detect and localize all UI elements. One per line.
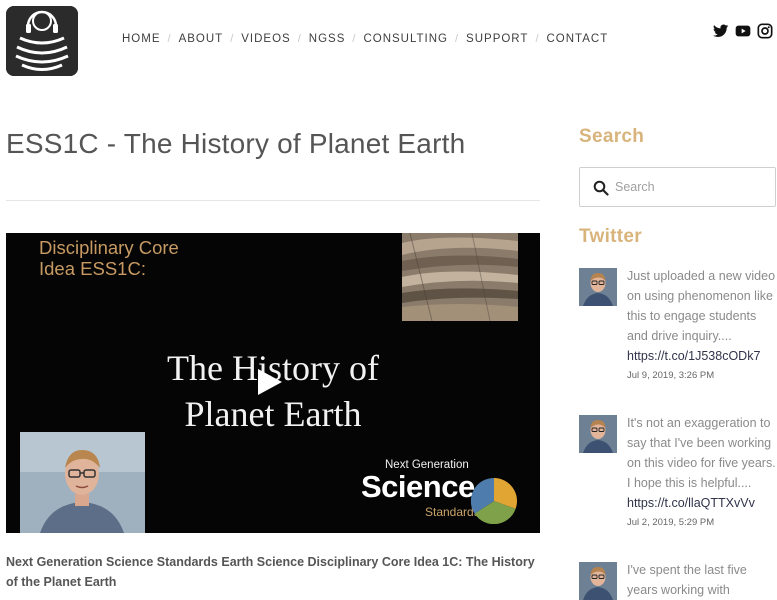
video-kicker: Disciplinary Core Idea ESS1C:: [39, 237, 179, 279]
tweet-link[interactable]: https://t.co/llaQTTXvVv: [627, 493, 777, 513]
ngss-logo: Next Generation Science Standards: [361, 459, 521, 529]
nav-separator: /: [167, 33, 172, 45]
tweet-text: It's not an exaggeration to say that I'v…: [627, 416, 776, 490]
search-box: [579, 167, 776, 207]
video-description: Next Generation Science Standards Earth …: [6, 555, 535, 589]
tweet-text: I've spent the last five years working w…: [627, 563, 747, 597]
twitter-icon[interactable]: [713, 23, 729, 39]
instagram-icon[interactable]: [757, 23, 773, 39]
play-icon[interactable]: [258, 369, 282, 395]
tweet-body: Just uploaded a new video on using pheno…: [627, 266, 777, 381]
tweet-body: It's not an exaggeration to say that I'v…: [627, 413, 777, 528]
nav-consulting[interactable]: CONSULTING: [363, 33, 448, 45]
nav-separator: /: [230, 33, 235, 45]
avatar[interactable]: [579, 562, 617, 600]
video-kicker-line-1: Disciplinary Core: [39, 237, 179, 258]
nav-separator: /: [535, 33, 540, 45]
nav-separator: /: [454, 33, 460, 45]
site-logo[interactable]: [6, 6, 78, 76]
avatar[interactable]: [579, 415, 617, 453]
tweet-date[interactable]: Jul 2, 2019, 5:29 PM: [627, 517, 777, 528]
page-title: ESS1C - The History of Planet Earth: [6, 128, 466, 159]
youtube-icon[interactable]: [735, 23, 751, 39]
nav-separator: /: [352, 33, 357, 45]
tweet-body: I've spent the last five years working w…: [627, 560, 777, 600]
nav-contact[interactable]: CONTACT: [547, 33, 609, 45]
nav-ngss[interactable]: NGSS: [309, 33, 346, 45]
video-kicker-line-2: Idea ESS1C:: [39, 258, 146, 279]
twitter-widget-title: Twitter: [579, 226, 642, 247]
ngss-pie-icon: [471, 478, 517, 524]
rock-strata-image: [402, 233, 518, 321]
nav-videos[interactable]: VIDEOS: [241, 33, 290, 45]
nav-separator: /: [297, 33, 302, 45]
avatar[interactable]: [579, 268, 617, 306]
tweet-date[interactable]: Jul 9, 2019, 3:26 PM: [627, 370, 777, 381]
video-heading-line-2: Planet Earth: [184, 394, 362, 434]
main-nav: HOME / ABOUT / VIDEOS / NGSS / CONSULTIN…: [122, 33, 608, 45]
video-player[interactable]: Disciplinary Core Idea ESS1C: The Histor…: [6, 233, 540, 533]
tweet-text: Just uploaded a new video on using pheno…: [627, 269, 776, 343]
social-links: [713, 23, 773, 39]
nav-home[interactable]: HOME: [122, 33, 161, 45]
ngss-logo-title: Science: [361, 469, 475, 504]
nav-about[interactable]: ABOUT: [179, 33, 224, 45]
nav-support[interactable]: SUPPORT: [466, 33, 528, 45]
search-input[interactable]: [615, 177, 765, 197]
title-divider: [6, 200, 540, 201]
tweet-link[interactable]: https://t.co/1J538cODk7: [627, 346, 777, 366]
headphones-logo-icon: [6, 6, 78, 76]
presenter-thumbnail: [20, 432, 145, 533]
search-icon[interactable]: [593, 180, 609, 196]
search-widget-title: Search: [579, 126, 645, 147]
